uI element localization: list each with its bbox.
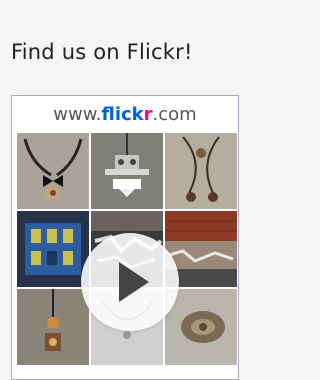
- photo-thumbnail-brooch: [165, 289, 237, 365]
- brand-www: www.: [53, 104, 102, 125]
- section-heading: Find us on Flickr!: [11, 40, 193, 64]
- photo-tile[interactable]: [17, 211, 89, 287]
- photo-tile[interactable]: [91, 133, 163, 209]
- photo-thumbnail-pendant: [17, 289, 89, 365]
- brand-r: r: [143, 104, 153, 125]
- play-icon: [119, 262, 149, 302]
- photo-thumbnail-keys: [91, 133, 163, 209]
- photo-thumbnail-chain: [165, 133, 237, 209]
- photo-thumbnail-necklace: [17, 133, 89, 209]
- flickr-link[interactable]: www.flickr.com: [12, 104, 238, 125]
- photo-thumbnail-blue-print: [17, 211, 89, 287]
- photo-tile[interactable]: [165, 133, 237, 209]
- photo-tile[interactable]: [165, 289, 237, 365]
- flickr-widget: www.flickr.com: [11, 95, 239, 380]
- brand-flick: flick: [101, 104, 144, 125]
- brand-com: .com: [152, 104, 197, 125]
- play-button[interactable]: [81, 233, 179, 331]
- photo-tile[interactable]: [17, 133, 89, 209]
- photo-tile[interactable]: [17, 289, 89, 365]
